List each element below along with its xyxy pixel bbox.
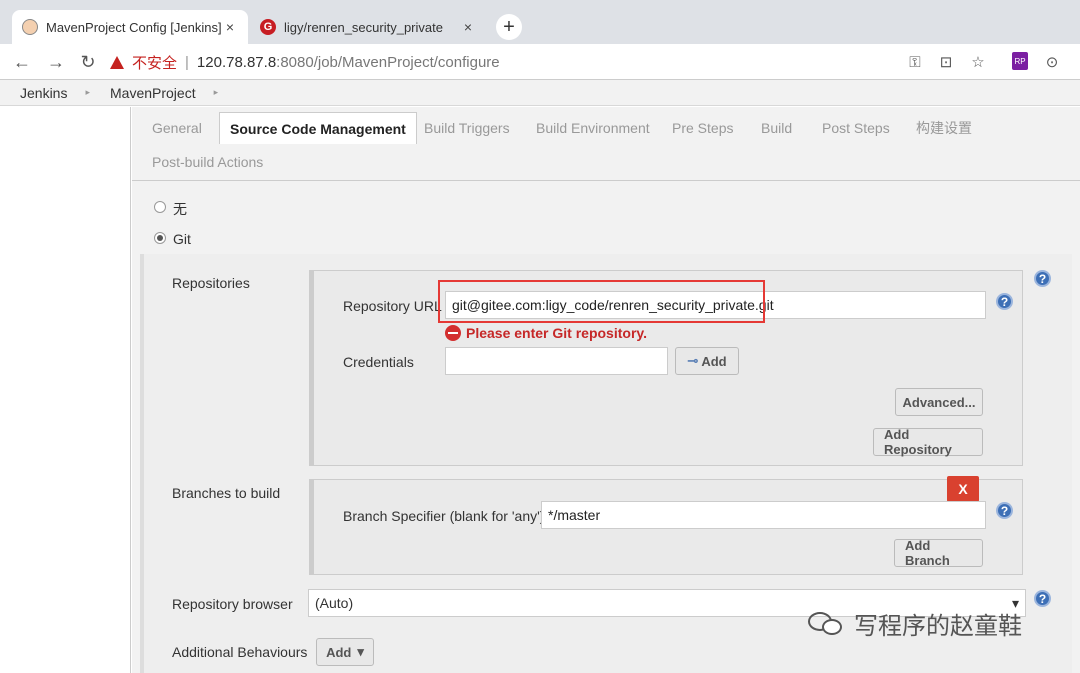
tab-build-triggers[interactable]: Build Triggers	[424, 112, 510, 144]
tab-post-build-actions[interactable]: Post-build Actions	[152, 146, 263, 178]
repository-url-label: Repository URL	[343, 298, 442, 314]
add-behaviour-button[interactable]: Add ▾	[316, 638, 374, 666]
radio-none[interactable]	[154, 201, 166, 213]
tab-build-settings[interactable]: 构建设置	[916, 112, 972, 144]
back-arrow-icon[interactable]: ←	[10, 50, 34, 74]
breadcrumb-item-jenkins[interactable]: Jenkins	[0, 85, 77, 101]
tab-general[interactable]: General	[152, 112, 202, 144]
translate-icon[interactable]: ⊡	[936, 52, 956, 72]
repository-url-error: Please enter Git repository.	[445, 325, 647, 341]
security-status[interactable]: 不安全	[132, 52, 177, 73]
star-icon[interactable]: ☆	[968, 52, 988, 72]
error-icon	[445, 325, 461, 341]
config-tab-bar: General Source Code Management Build Tri…	[132, 107, 1080, 181]
branches-label: Branches to build	[172, 485, 281, 501]
repository-browser-value: (Auto)	[315, 595, 354, 611]
tab-post-steps[interactable]: Post Steps	[822, 112, 890, 144]
tab-title: MavenProject Config [Jenkins]	[46, 19, 222, 35]
wechat-icon	[806, 610, 846, 638]
jenkins-logo-icon	[22, 19, 38, 35]
tab-source-code-management[interactable]: Source Code Management	[219, 112, 417, 144]
tab-close-icon[interactable]: ×	[222, 19, 238, 35]
repository-browser-label: Repository browser	[172, 596, 293, 612]
radio-git-label: Git	[173, 231, 191, 247]
breadcrumb-arrow-icon[interactable]: ▸	[206, 87, 219, 98]
side-panel	[0, 107, 131, 673]
forward-arrow-icon[interactable]: →	[44, 50, 68, 74]
watermark: 写程序的赵童鞋	[806, 606, 1022, 641]
url-separator: |	[185, 53, 189, 71]
tab-build-environment[interactable]: Build Environment	[536, 112, 650, 144]
warning-icon	[110, 55, 124, 69]
tab-build[interactable]: Build	[761, 112, 792, 144]
add-behaviour-label: Add	[326, 644, 352, 660]
radio-none-label: 无	[173, 201, 187, 217]
extension-icon[interactable]: ⊙	[1042, 52, 1062, 72]
add-credentials-label: Add	[701, 353, 727, 369]
advanced-button[interactable]: Advanced...	[895, 388, 983, 416]
highlight-box	[438, 280, 765, 323]
browser-toolbar: ← → ↻ 不安全 | 120.78.87.8 :8080/job/MavenP…	[0, 44, 1080, 80]
url-host: 120.78.87.8	[196, 53, 277, 71]
branch-specifier-input[interactable]: */master	[541, 501, 986, 529]
tab-gitee-repo[interactable]: G ligy/renren_security_private ×	[250, 10, 486, 44]
tab-pre-steps[interactable]: Pre Steps	[672, 112, 733, 144]
chevron-down-icon: ▾	[357, 644, 364, 659]
breadcrumb-item-mavenproject[interactable]: MavenProject	[90, 85, 206, 101]
delete-branch-button[interactable]: X	[947, 476, 979, 502]
gitee-logo-icon: G	[260, 19, 276, 35]
url-path: :8080/job/MavenProject/configure	[276, 53, 500, 71]
tab-title: ligy/renren_security_private	[284, 19, 443, 35]
reload-icon[interactable]: ↻	[76, 50, 100, 74]
error-text: Please enter Git repository.	[466, 325, 648, 341]
browser-tab-strip: MavenProject Config [Jenkins] × G ligy/r…	[0, 0, 1080, 44]
radio-git[interactable]	[154, 232, 166, 244]
key-icon[interactable]: ⚿	[905, 52, 925, 72]
breadcrumb-arrow-icon[interactable]: ▸	[77, 87, 90, 98]
address-bar[interactable]: 不安全 | 120.78.87.8 :8080/job/MavenProject…	[110, 48, 1005, 76]
watermark-text: 写程序的赵童鞋	[854, 613, 1022, 640]
add-credentials-button[interactable]: ⊸ Add	[675, 347, 739, 375]
tab-close-icon[interactable]: ×	[460, 19, 476, 35]
help-icon[interactable]: ?	[996, 502, 1013, 519]
tab-jenkins-config[interactable]: MavenProject Config [Jenkins] ×	[12, 10, 248, 44]
credentials-label: Credentials	[343, 354, 414, 370]
additional-behaviours-label: Additional Behaviours	[172, 644, 308, 660]
repositories-label: Repositories	[172, 275, 250, 291]
breadcrumb: Jenkins ▸ MavenProject ▸	[0, 80, 1080, 106]
help-icon[interactable]: ?	[1034, 270, 1051, 287]
credentials-select[interactable]	[445, 347, 668, 375]
help-icon[interactable]: ?	[996, 293, 1013, 310]
add-repository-button[interactable]: Add Repository	[873, 427, 983, 457]
rp-extension-icon[interactable]: RP	[1012, 52, 1028, 70]
help-icon[interactable]: ?	[1034, 590, 1051, 607]
new-tab-button[interactable]: +	[496, 14, 522, 40]
add-branch-button[interactable]: Add Branch	[894, 538, 983, 568]
key-icon: ⊸	[687, 353, 699, 368]
branch-specifier-label: Branch Specifier (blank for 'any')	[343, 508, 545, 524]
